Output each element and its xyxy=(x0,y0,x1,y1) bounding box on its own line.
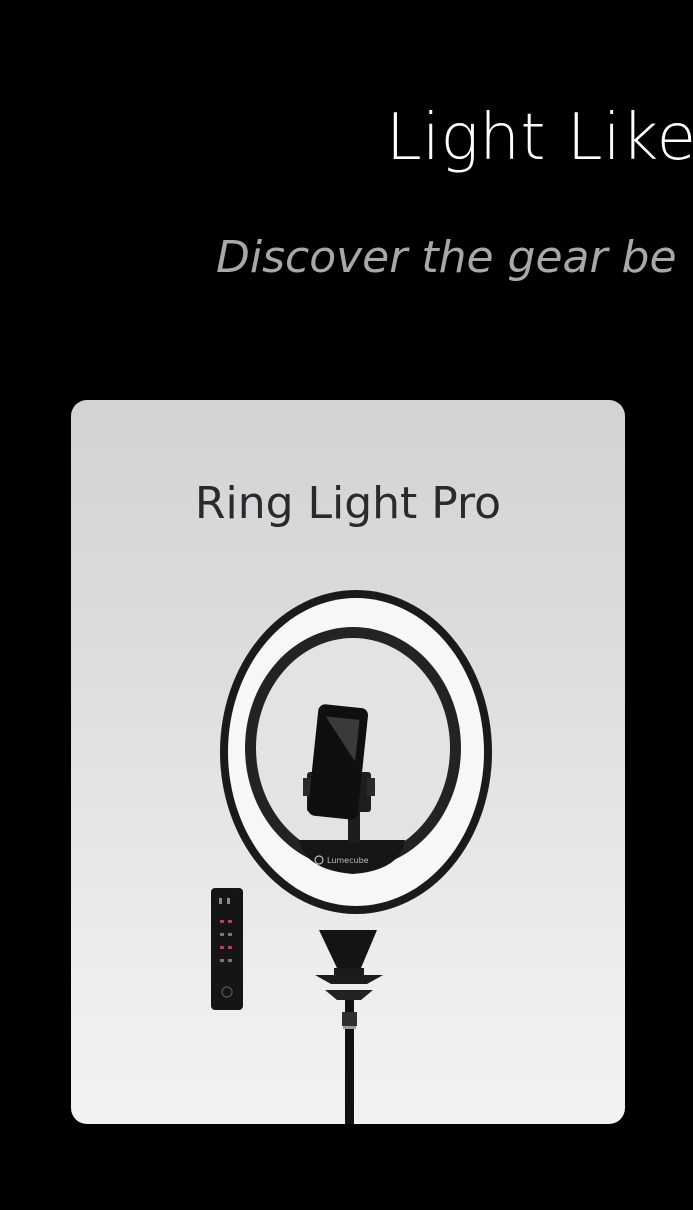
page: Light Like Discover the gear be Ring Lig… xyxy=(0,0,693,1210)
brand-mark: Lumecube xyxy=(327,856,369,865)
hero-subtitle: Discover the gear be xyxy=(216,232,677,283)
remote-control xyxy=(211,888,243,1010)
ring-light-image: Lumecube xyxy=(211,590,492,1124)
product-card[interactable]: Ring Light Pro Lumecube xyxy=(71,400,625,1124)
hero-title: Light Like xyxy=(386,101,693,175)
mount-head xyxy=(319,930,377,972)
stand-collar xyxy=(342,1012,357,1026)
